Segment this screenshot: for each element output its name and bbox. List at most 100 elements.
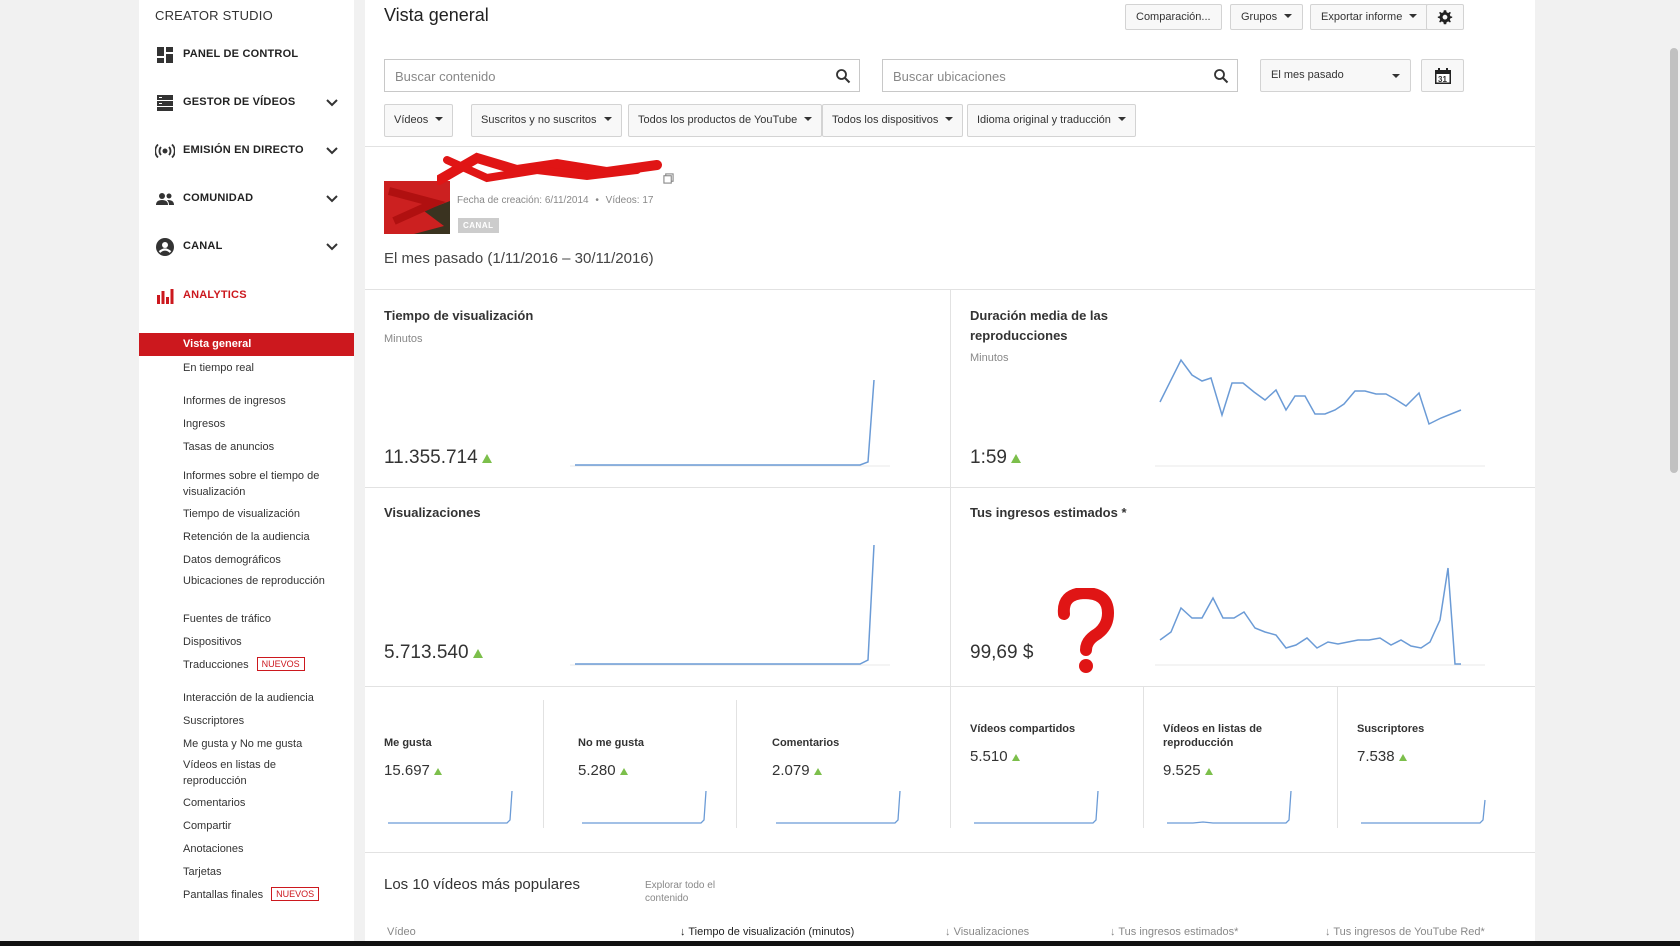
card-value: 11.355.714 <box>384 447 492 469</box>
nav-label: CANAL <box>183 240 223 252</box>
sidebar-item-watch-time[interactable]: Tiempo de visualización <box>183 506 333 522</box>
calendar-button[interactable]: 31 <box>1421 59 1464 92</box>
nav-label: COMUNIDAD <box>183 192 254 204</box>
sidebar-item-annotations[interactable]: Anotaciones <box>183 841 333 857</box>
date-range-select[interactable]: El mes pasado <box>1260 59 1411 92</box>
divider <box>736 700 737 828</box>
filter-products[interactable]: Todos los productos de YouTube <box>628 104 823 137</box>
nav-live[interactable]: EMISIÓN EN DIRECTO <box>139 136 354 166</box>
sparkline <box>1361 799 1486 824</box>
divider <box>365 487 1535 488</box>
sidebar: CREATOR STUDIO PANEL DE CONTROL GESTOR D… <box>139 0 354 946</box>
export-report-button[interactable]: Exportar informe <box>1310 4 1429 30</box>
sidebar-item-devices[interactable]: Dispositivos <box>183 634 333 650</box>
chevron-down-icon[interactable] <box>325 144 339 158</box>
column-header-views[interactable]: ↓ Visualizaciones <box>945 926 1029 938</box>
card-title: Duración media de las reproducciones <box>970 308 1108 343</box>
groups-button[interactable]: Grupos <box>1230 4 1304 30</box>
divider <box>950 686 951 828</box>
channel-badge: CANAL <box>458 218 499 233</box>
col-label: Tus ingresos estimados* <box>1118 926 1239 938</box>
explore-all-link[interactable]: Explorar todo el contenido <box>645 879 735 905</box>
sidebar-item-translations[interactable]: Traducciones NUEVOS <box>183 657 333 673</box>
filter-videos[interactable]: Vídeos <box>384 104 454 137</box>
chevron-down-icon[interactable] <box>325 240 339 254</box>
trend-up-icon <box>472 649 483 658</box>
card-unit: Minutos <box>970 352 1009 364</box>
sidebar-item-label: Vista general <box>183 338 252 350</box>
channel-meta: Fecha de creación: 6/11/2014 • Vídeos: 1… <box>457 195 653 206</box>
nav-label: ANALYTICS <box>183 289 247 301</box>
sort-arrow-icon: ↓ <box>945 926 954 938</box>
date-period: El mes pasado (1/11/2016 – 30/11/2016) <box>384 250 654 267</box>
nav-channel[interactable]: CANAL <box>139 232 354 262</box>
search-icon[interactable] <box>835 68 851 84</box>
analytics-icon <box>157 289 174 304</box>
chevron-down-icon[interactable] <box>325 192 339 206</box>
column-header-red-earnings[interactable]: ↓ Tus ingresos de YouTube Red* <box>1325 926 1485 938</box>
live-broadcast-icon <box>155 143 175 159</box>
trend-up-icon <box>619 768 628 775</box>
sidebar-item-retention[interactable]: Retención de la audiencia <box>183 529 333 545</box>
mini-value: 9.525 <box>1163 762 1213 779</box>
search-icon[interactable] <box>1213 68 1229 84</box>
card-title: Tiempo de visualización <box>384 308 534 323</box>
sidebar-item-cards[interactable]: Tarjetas <box>183 864 333 880</box>
filter-subscribed[interactable]: Suscritos y no suscritos <box>471 104 622 137</box>
scrollbar-thumb[interactable] <box>1670 48 1678 473</box>
filter-devices[interactable]: Todos los dispositivos <box>822 104 964 137</box>
search-content-input[interactable] <box>393 68 777 85</box>
sidebar-item-vista-general[interactable]: Vista general <box>139 333 354 356</box>
sidebar-item-ad-rates[interactable]: Tasas de anuncios <box>183 439 333 455</box>
sidebar-item-sharing[interactable]: Compartir <box>183 818 333 834</box>
filter-label: Todos los dispositivos <box>832 114 939 126</box>
sparkline <box>570 544 890 666</box>
sidebar-item-subscribers[interactable]: Suscriptores <box>183 713 333 729</box>
sidebar-item-watch-time-reports[interactable]: Informes sobre el tiempo de visualizació… <box>183 468 333 500</box>
sparkline <box>388 790 513 824</box>
filter-label: Suscritos y no suscritos <box>481 114 597 126</box>
settings-button[interactable] <box>1426 4 1464 30</box>
nav-analytics[interactable]: ANALYTICS <box>139 281 354 311</box>
export-label: Exportar informe <box>1321 11 1403 23</box>
sparkline <box>974 790 1099 824</box>
sidebar-item-engagement[interactable]: Interacción de la audiencia <box>183 690 333 706</box>
filter-language[interactable]: Idioma original y traducción <box>967 104 1136 137</box>
caret-down-icon <box>804 117 813 121</box>
sidebar-item-end-screens[interactable]: Pantallas finales NUEVOS <box>183 887 333 903</box>
mini-value: 2.079 <box>772 762 822 779</box>
video-manager-icon <box>157 95 173 111</box>
sidebar-item-revenue-reports[interactable]: Informes de ingresos <box>183 393 333 409</box>
sidebar-item-revenue[interactable]: Ingresos <box>183 416 333 432</box>
mini-value: 7.538 <box>1357 748 1407 765</box>
caret-down-icon <box>1284 14 1293 18</box>
external-link-icon[interactable] <box>663 173 674 184</box>
sidebar-item-label: Traducciones <box>183 659 249 671</box>
column-header-earnings[interactable]: ↓ Tus ingresos estimados* <box>1110 926 1238 938</box>
chevron-down-icon[interactable] <box>325 96 339 110</box>
sparkline <box>1155 358 1485 467</box>
value-text: 5.280 <box>578 762 616 779</box>
sidebar-item-realtime[interactable]: En tiempo real <box>183 360 333 376</box>
column-header-watch-time[interactable]: ↓ Tiempo de visualización (minutos) <box>680 926 854 938</box>
search-content-field[interactable] <box>384 59 860 92</box>
nav-video-manager[interactable]: GESTOR DE VÍDEOS <box>139 88 354 118</box>
new-badge: NUEVOS <box>271 887 320 901</box>
nav-dashboard[interactable]: PANEL DE CONTROL <box>139 40 354 70</box>
value-text: 99,69 $ <box>970 642 1034 663</box>
sidebar-item-demographics[interactable]: Datos demográficos <box>183 552 333 568</box>
search-locations-input[interactable] <box>891 68 1179 85</box>
sidebar-item-playlists[interactable]: Vídeos en listas de reproducción <box>183 757 333 789</box>
compare-button[interactable]: Comparación... <box>1125 4 1222 30</box>
sidebar-item-traffic-sources[interactable]: Fuentes de tráfico <box>183 611 333 627</box>
search-locations-field[interactable] <box>882 59 1238 92</box>
redacted-channel-name <box>437 152 662 185</box>
nav-label: GESTOR DE VÍDEOS <box>183 96 296 108</box>
brand-label[interactable]: CREATOR STUDIO <box>155 8 273 23</box>
nav-community[interactable]: COMUNIDAD <box>139 184 354 214</box>
sidebar-item-playback-locations[interactable]: Ubicaciones de reproducción <box>183 573 333 589</box>
bottom-edge <box>0 941 1680 946</box>
value-text: 11.355.714 <box>384 447 478 468</box>
sidebar-item-likes[interactable]: Me gusta y No me gusta <box>183 736 333 752</box>
sidebar-item-comments[interactable]: Comentarios <box>183 795 333 811</box>
